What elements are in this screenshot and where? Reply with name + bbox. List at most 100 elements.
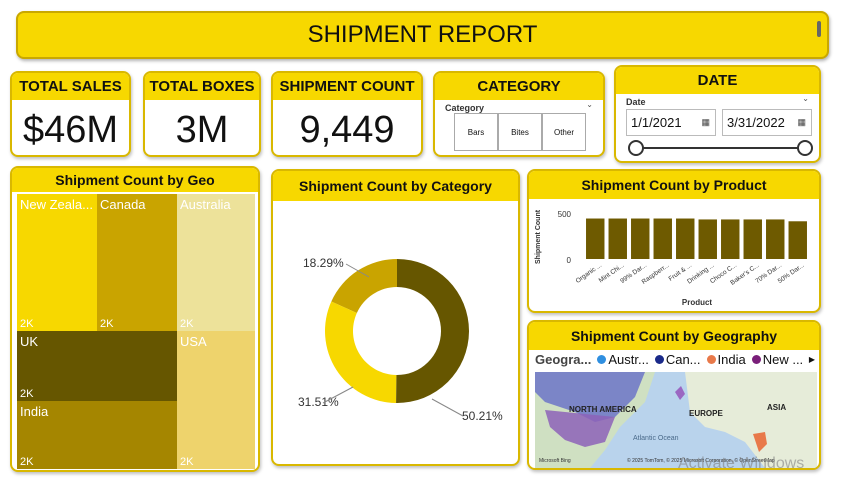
treemap-title: Shipment Count by Geo [12, 168, 258, 192]
kpi-shipment-count: SHIPMENT COUNT 9,449 [271, 71, 423, 157]
map-label-ocean: Atlantic Ocean [633, 435, 679, 442]
legend-dot [751, 355, 761, 364]
date-range-start-handle[interactable] [628, 140, 644, 156]
date-start-input[interactable]: 1/1/2021 ▦ [626, 109, 716, 136]
map-card: Shipment Count by Geography Geogra... Au… [527, 320, 821, 470]
product-chart-card: Shipment Count by Product Shipment Count… [527, 169, 821, 313]
legend-label: India [717, 352, 746, 367]
product-bar[interactable] [608, 218, 627, 259]
y-tick-label: 500 [558, 210, 572, 219]
legend-item[interactable]: India [706, 352, 746, 367]
treemap-tile[interactable]: India 2K [17, 401, 177, 469]
calendar-icon[interactable]: ▦ [701, 110, 710, 135]
product-bar[interactable] [653, 218, 672, 259]
product-bar[interactable] [631, 218, 650, 259]
date-field-label: Date [626, 97, 646, 107]
kpi-label: TOTAL BOXES [145, 73, 259, 100]
date-range-end-handle[interactable] [797, 140, 813, 156]
kpi-value: $46M [22, 109, 119, 151]
donut-slice[interactable] [396, 259, 470, 403]
treemap-card: Shipment Count by Geo New Zeala... 2K Ca… [10, 166, 260, 472]
map-legend-title: Geogra... [535, 352, 592, 367]
kpi-total-sales: TOTAL SALES $46M [10, 71, 131, 157]
date-slicer-header: DATE [616, 67, 819, 94]
category-option-other[interactable]: Other [542, 113, 586, 151]
y-tick-label: 0 [567, 256, 572, 265]
product-bar[interactable] [721, 219, 740, 259]
category-slicer: CATEGORY Category ⌄ Bars Bites Other [433, 71, 605, 157]
legend-label: Austr... [608, 352, 649, 367]
category-slicer-header: CATEGORY [435, 73, 603, 100]
donut-label: 50.21% [462, 409, 503, 423]
windows-watermark: Activate Windows [678, 455, 805, 472]
treemap-tile[interactable]: Australia 2K [177, 194, 255, 331]
donut-title: Shipment Count by Category [273, 171, 518, 201]
tile-label: New Zeala... [20, 197, 93, 212]
treemap-tile[interactable]: UK 2K [17, 331, 177, 401]
report-title: SHIPMENT REPORT [307, 21, 538, 48]
legend-item[interactable]: Austr... [597, 352, 649, 367]
tile-value: 2K [180, 456, 194, 468]
map-canvas[interactable]: NORTH AMERICA EUROPE ASIA Atlantic Ocean… [535, 372, 817, 468]
tile-label: USA [180, 334, 207, 349]
kpi-label: SHIPMENT COUNT [273, 73, 421, 100]
land-eurasia [685, 372, 817, 468]
kpi-value: 3M [175, 109, 229, 151]
product-bar[interactable] [586, 218, 605, 259]
legend-next-icon[interactable]: ▶ [809, 355, 815, 364]
category-option-bars[interactable]: Bars [454, 113, 498, 151]
product-bar[interactable] [698, 219, 717, 259]
kpi-value: 9,449 [299, 109, 395, 151]
donut-label: 18.29% [303, 256, 344, 270]
bing-logo: Microsoft Bing [539, 458, 571, 464]
product-bar[interactable] [788, 221, 807, 259]
legend-item[interactable]: Can... [654, 352, 701, 367]
legend-item[interactable]: New ... [751, 352, 804, 367]
treemap-tile[interactable]: USA 2K [177, 331, 255, 469]
category-option-bites[interactable]: Bites [498, 113, 542, 151]
legend-dot [706, 355, 716, 364]
legend-dot [597, 355, 607, 364]
tile-value: 2K [20, 388, 34, 400]
date-slicer: DATE Date ⌄ 1/1/2021 ▦ 3/31/2022 ▦ [614, 65, 821, 163]
calendar-icon[interactable]: ▦ [797, 110, 806, 135]
date-range-track [636, 147, 804, 149]
map-label-eu: EUROPE [689, 409, 723, 418]
map-title: Shipment Count by Geography [529, 322, 819, 350]
scroll-handle[interactable] [817, 21, 821, 37]
tile-label: India [20, 404, 49, 419]
tile-value: 2K [20, 318, 34, 330]
donut-card: Shipment Count by Category 31.51% 50.21%… [271, 169, 520, 466]
tile-value: 2K [20, 456, 34, 468]
donut-slice[interactable] [325, 301, 397, 403]
map-label-as: ASIA [767, 403, 786, 412]
product-bar[interactable] [743, 219, 762, 259]
map-label-na: NORTH AMERICA [569, 405, 637, 414]
map-legend: Geogra... Austr... Can... India New ... [535, 352, 803, 367]
x-axis-label: Product [682, 298, 713, 307]
tile-label: Australia [180, 197, 231, 212]
product-bar-chart: Shipment Count Product 500 0 Organic ...… [535, 209, 807, 307]
donut-label: 31.51% [298, 395, 339, 409]
uk-region [675, 386, 685, 400]
treemap-tile[interactable]: New Zeala... 2K [17, 194, 97, 331]
legend-dot [654, 355, 664, 364]
product-bar[interactable] [676, 218, 695, 259]
treemap-tile[interactable]: Canada 2K [97, 194, 177, 331]
tile-value: 2K [100, 318, 114, 330]
product-bar[interactable] [766, 219, 785, 259]
legend-label: New ... [762, 352, 804, 367]
tile-value: 2K [180, 318, 194, 330]
date-start-value: 1/1/2021 [631, 115, 682, 130]
category-field-label: Category [445, 103, 485, 113]
date-end-input[interactable]: 3/31/2022 ▦ [722, 109, 812, 136]
kpi-label: TOTAL SALES [12, 73, 129, 100]
tile-label: Canada [100, 197, 146, 212]
y-axis-label: Shipment Count [535, 209, 542, 264]
donut-chart: 31.51% 50.21% 18.29% [298, 256, 503, 423]
kpi-total-boxes: TOTAL BOXES 3M [143, 71, 261, 157]
product-chart-title: Shipment Count by Product [529, 171, 819, 199]
chevron-down-icon[interactable]: ⌄ [802, 94, 809, 103]
date-end-value: 3/31/2022 [727, 115, 785, 130]
chevron-down-icon[interactable]: ⌄ [586, 100, 593, 109]
